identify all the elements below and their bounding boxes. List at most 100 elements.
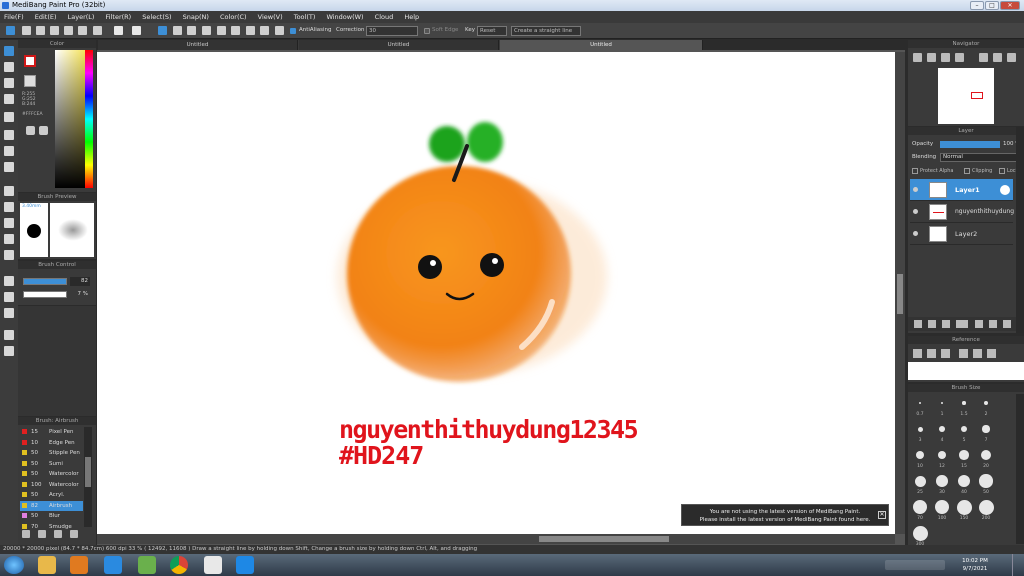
snap-parallel-icon[interactable]	[173, 26, 182, 35]
brush-size-option[interactable]	[937, 450, 947, 460]
zoom-out-icon[interactable]	[927, 53, 936, 62]
clipping-checkbox[interactable]	[964, 168, 970, 174]
brush-list-item[interactable]: 50 Watercolor	[20, 469, 83, 479]
eye-icon[interactable]	[913, 187, 918, 192]
duplicate-layer-icon[interactable]	[928, 320, 936, 328]
layer-row-layer1[interactable]: Layer1	[910, 179, 1013, 201]
brush-size-option[interactable]	[919, 402, 921, 404]
menu-select[interactable]: Select(S)	[142, 13, 171, 21]
brush-settings-icon[interactable]	[70, 530, 78, 538]
tab-untitled-2[interactable]: Untitled	[299, 40, 499, 50]
flip-icon[interactable]	[993, 53, 1002, 62]
antialiasing-checkbox[interactable]	[290, 28, 296, 34]
app-icon-green[interactable]	[138, 556, 156, 574]
delete-brush-icon[interactable]	[54, 530, 62, 538]
brush-size-option[interactable]	[914, 475, 926, 487]
medibang-taskbar-icon[interactable]	[204, 556, 222, 574]
brush-size-option[interactable]	[912, 525, 928, 541]
navigator-thumbnail[interactable]	[938, 68, 994, 124]
select-tool-icon[interactable]	[4, 186, 14, 196]
brush-size-option[interactable]	[959, 450, 969, 460]
color-settings-icon[interactable]	[39, 126, 48, 135]
ie-icon[interactable]	[104, 556, 122, 574]
undo-icon[interactable]	[114, 26, 123, 35]
brush-list-item[interactable]: 15 Pixel Pen	[20, 427, 83, 437]
tab-untitled-3[interactable]: Untitled	[500, 40, 703, 50]
menu-help[interactable]: Help	[404, 13, 419, 21]
zoom-in-icon[interactable]	[913, 53, 922, 62]
primary-color-swatch[interactable]	[24, 55, 36, 67]
menu-layer[interactable]: Layer(L)	[68, 13, 95, 21]
check-tool-icon[interactable]	[4, 94, 14, 104]
palette-icon[interactable]	[26, 126, 35, 135]
menu-snap[interactable]: Snap(N)	[183, 13, 209, 21]
export-icon[interactable]	[64, 26, 73, 35]
chrome-icon[interactable]	[170, 556, 188, 574]
brush-size-option[interactable]	[913, 500, 927, 514]
redo-icon[interactable]	[132, 26, 141, 35]
new-file-icon[interactable]	[22, 26, 31, 35]
brush-size-option[interactable]	[960, 425, 968, 433]
menu-window[interactable]: Window(W)	[326, 13, 363, 21]
correction-select[interactable]: 30	[366, 26, 418, 36]
reference-folder-icon[interactable]	[927, 349, 936, 358]
cloud-brush-icon[interactable]	[38, 530, 46, 538]
menu-tool[interactable]: Tool(T)	[294, 13, 316, 21]
canvas-vscroll-thumb[interactable]	[897, 274, 903, 314]
canvas-vertical-scrollbar[interactable]	[895, 52, 905, 534]
snap-circle-icon[interactable]	[231, 26, 240, 35]
add-brush-icon[interactable]	[22, 530, 30, 538]
media-player-icon[interactable]	[70, 556, 88, 574]
cloud-icon[interactable]	[36, 26, 45, 35]
divide-tool-icon[interactable]	[4, 308, 14, 318]
brush-size-option[interactable]	[917, 426, 923, 432]
protect-alpha-checkbox[interactable]	[912, 168, 918, 174]
snap-cross-icon[interactable]	[187, 26, 196, 35]
grid-icon[interactable]	[93, 26, 102, 35]
soft-edge-checkbox[interactable]	[424, 28, 430, 34]
menu-filter[interactable]: Filter(R)	[106, 13, 132, 21]
text-tool-icon[interactable]	[4, 276, 14, 286]
menu-cloud[interactable]: Cloud	[375, 13, 394, 21]
brush-size-option[interactable]	[978, 499, 994, 515]
brush-size-option[interactable]	[979, 474, 993, 488]
brush-list-item[interactable]: 50 Stipple Pen	[20, 448, 83, 458]
brush-size-option[interactable]	[939, 426, 945, 432]
brush-size-scrollbar[interactable]	[1016, 394, 1024, 544]
brush-size-option[interactable]	[936, 475, 948, 487]
fill-rect-tool-icon[interactable]	[4, 130, 14, 140]
eraser-tool-icon[interactable]	[4, 62, 14, 72]
brush-list-scroll-thumb[interactable]	[85, 457, 91, 487]
blending-select[interactable]: Normal	[940, 153, 1020, 162]
save-icon[interactable]	[50, 26, 59, 35]
reference-zoom-in-icon[interactable]	[959, 349, 968, 358]
system-tray-icons[interactable]	[885, 560, 945, 570]
reset-button[interactable]: Reset	[477, 26, 507, 36]
select-eraser-tool-icon[interactable]	[4, 250, 14, 260]
navigator-viewport[interactable]	[971, 92, 983, 99]
lasso-tool-icon[interactable]	[4, 202, 14, 212]
magic-wand-tool-icon[interactable]	[4, 218, 14, 228]
bucket-tool-icon[interactable]	[4, 146, 14, 156]
rotate-icon[interactable]	[979, 53, 988, 62]
move-tool-icon[interactable]	[4, 112, 14, 122]
operation-tool-icon[interactable]	[4, 292, 14, 302]
brush-list-scrollbar[interactable]	[84, 427, 92, 527]
reference-zoom-out-icon[interactable]	[987, 349, 996, 358]
brush-list-item[interactable]: 10 Edge Pen	[20, 438, 83, 448]
menu-file[interactable]: File(F)	[4, 13, 24, 21]
lock-checkbox[interactable]	[999, 168, 1005, 174]
brush-opacity-value[interactable]: 7 %	[70, 290, 90, 299]
minimize-button[interactable]: –	[970, 1, 984, 10]
eye-icon[interactable]	[913, 231, 918, 236]
gradient-tool-icon[interactable]	[4, 162, 14, 172]
brush-size-option[interactable]	[957, 474, 971, 488]
layer-scrollbar[interactable]	[1016, 127, 1024, 333]
dot-tool-icon[interactable]	[4, 78, 14, 88]
layer-settings-icon[interactable]	[1000, 185, 1010, 195]
snap-ellipse-icon[interactable]	[260, 26, 269, 35]
brush-size-option[interactable]	[940, 401, 944, 405]
brush-list-item[interactable]: 50 Sumi	[20, 459, 83, 469]
drawing-canvas[interactable]: nguyenthithuydung12345 #HD247 You are no…	[97, 52, 895, 534]
eyedropper-tool-icon[interactable]	[4, 330, 14, 340]
